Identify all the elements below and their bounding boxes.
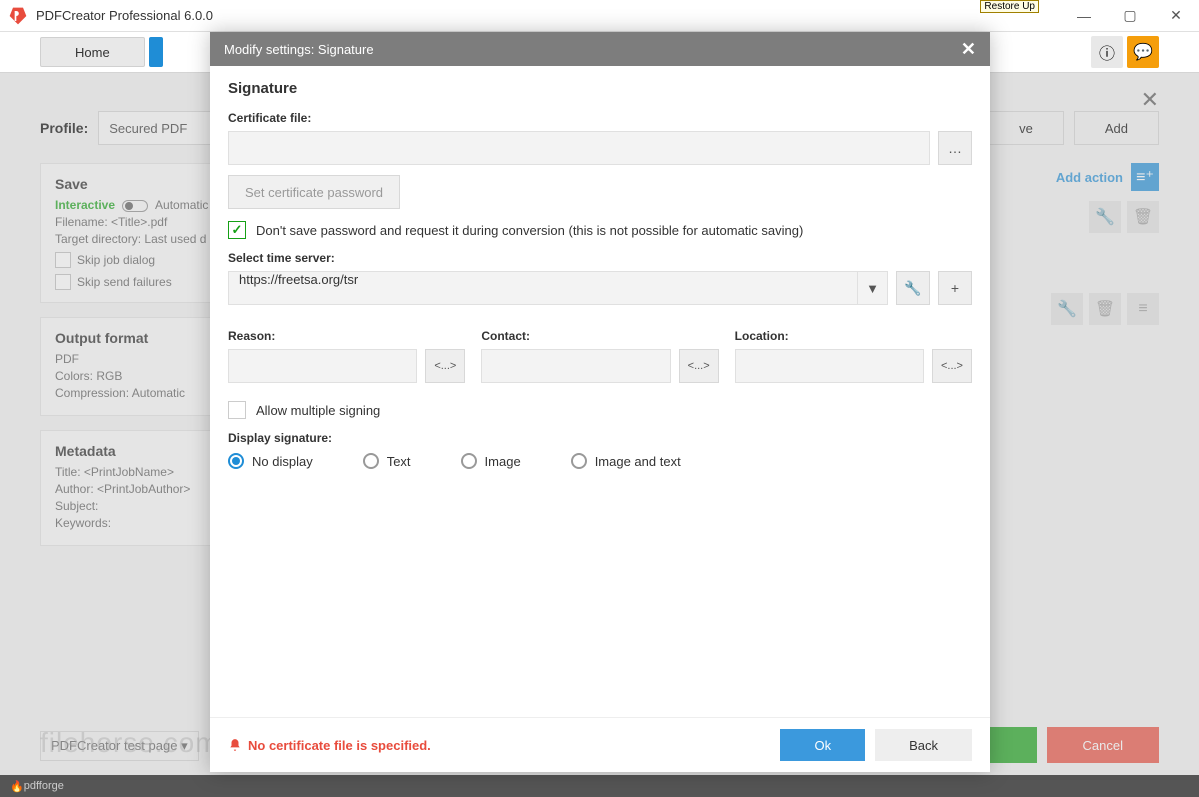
dont-save-label: Don't save password and request it durin… xyxy=(256,223,803,238)
app-logo-icon xyxy=(8,6,28,26)
display-sig-label: Display signature: xyxy=(228,431,972,445)
drag-action-button[interactable]: ≡ xyxy=(1127,293,1159,325)
radio-imgtext[interactable] xyxy=(571,453,587,469)
remove-profile-button[interactable]: ve xyxy=(988,111,1064,145)
minimize-button[interactable]: — xyxy=(1061,0,1107,32)
titlebar: PDFCreator Professional 6.0.0 Restore Up… xyxy=(0,0,1199,32)
test-page-select[interactable]: PDFCreator test page ▾ xyxy=(40,731,199,761)
test-page-row: PDFCreator test page ▾ xyxy=(40,731,199,761)
add-action-button[interactable]: ≡⁺ xyxy=(1131,163,1159,191)
wrench-icon: 🔧 xyxy=(1057,299,1077,319)
skip-send-checkbox[interactable] xyxy=(55,274,71,290)
radio-nodisplay[interactable] xyxy=(228,453,244,469)
radio-image[interactable] xyxy=(461,453,477,469)
reason-token-button[interactable]: <...> xyxy=(425,349,465,383)
contact-label: Contact: xyxy=(481,329,718,343)
browse-button[interactable]: … xyxy=(938,131,972,165)
time-server-select[interactable]: https://freetsa.org/tsr xyxy=(228,271,858,305)
reason-label: Reason: xyxy=(228,329,465,343)
modal-footer: No certificate file is specified. Ok Bac… xyxy=(210,717,990,772)
bell-icon xyxy=(228,738,242,752)
contact-input[interactable] xyxy=(481,349,670,383)
cancel-button[interactable]: Cancel xyxy=(1047,727,1159,763)
radio-text[interactable] xyxy=(363,453,379,469)
plus-icon: + xyxy=(951,280,959,296)
set-password-button[interactable]: Set certificate password xyxy=(228,175,400,209)
maximize-button[interactable]: ▢ xyxy=(1107,0,1153,32)
contact-token-button[interactable]: <...> xyxy=(679,349,719,383)
add-server-button[interactable]: + xyxy=(938,271,972,305)
back-button[interactable]: Back xyxy=(875,729,972,761)
info-icon: ⓘ xyxy=(1099,40,1115,64)
drag-icon: ≡ xyxy=(1138,300,1147,318)
speech-icon: 💬 xyxy=(1133,42,1153,62)
section-title: Signature xyxy=(228,80,972,97)
location-label: Location: xyxy=(735,329,972,343)
home-tab[interactable]: Home xyxy=(40,37,145,67)
modal-close-button[interactable]: ✕ xyxy=(961,39,976,60)
restore-tag: Restore Up xyxy=(980,0,1039,13)
info-button[interactable]: ⓘ xyxy=(1091,36,1123,68)
edit-action-button[interactable]: 🔧 xyxy=(1051,293,1083,325)
allow-multi-label: Allow multiple signing xyxy=(256,403,380,418)
skip-job-checkbox[interactable] xyxy=(55,252,71,268)
interactive-toggle[interactable] xyxy=(122,200,148,212)
menu-icon: ≡⁺ xyxy=(1136,167,1154,187)
edit-action-button[interactable]: 🔧 xyxy=(1089,201,1121,233)
wrench-icon: 🔧 xyxy=(1095,207,1115,227)
pdfforge-logo: 🔥 xyxy=(10,780,24,793)
time-server-label: Select time server: xyxy=(228,251,972,265)
reason-input[interactable] xyxy=(228,349,417,383)
location-token-button[interactable]: <...> xyxy=(932,349,972,383)
configure-server-button[interactable]: 🔧 xyxy=(896,271,930,305)
allow-multi-checkbox[interactable]: ✓ xyxy=(228,401,246,419)
active-tab[interactable] xyxy=(149,37,163,67)
trash-icon: 🗑 xyxy=(1095,299,1115,319)
ok-button[interactable]: Ok xyxy=(780,729,865,761)
status-bar: 🔥 pdfforge xyxy=(0,775,1199,797)
feedback-button[interactable]: 💬 xyxy=(1127,36,1159,68)
signature-modal: Modify settings: Signature ✕ Signature C… xyxy=(210,32,990,772)
dropdown-caret[interactable]: ▼ xyxy=(858,271,888,305)
add-action-link[interactable]: Add action xyxy=(1056,170,1123,185)
wrench-icon: 🔧 xyxy=(904,280,921,297)
add-profile-button[interactable]: Add xyxy=(1074,111,1159,145)
error-message: No certificate file is specified. xyxy=(228,738,431,753)
delete-action-button[interactable]: 🗑 xyxy=(1089,293,1121,325)
modal-header: Modify settings: Signature ✕ xyxy=(210,32,990,66)
location-input[interactable] xyxy=(735,349,924,383)
window-title: PDFCreator Professional 6.0.0 xyxy=(36,8,1061,23)
profile-label: Profile: xyxy=(40,120,88,136)
close-panel-button[interactable]: ✕ xyxy=(1141,87,1159,113)
delete-action-button[interactable]: 🗑 xyxy=(1127,201,1159,233)
cert-file-input[interactable] xyxy=(228,131,930,165)
modal-title: Modify settings: Signature xyxy=(224,42,374,57)
cert-file-label: Certificate file: xyxy=(228,111,972,125)
close-window-button[interactable]: ✕ xyxy=(1153,0,1199,32)
trash-icon: 🗑 xyxy=(1133,207,1153,227)
dont-save-checkbox[interactable]: ✓ xyxy=(228,221,246,239)
